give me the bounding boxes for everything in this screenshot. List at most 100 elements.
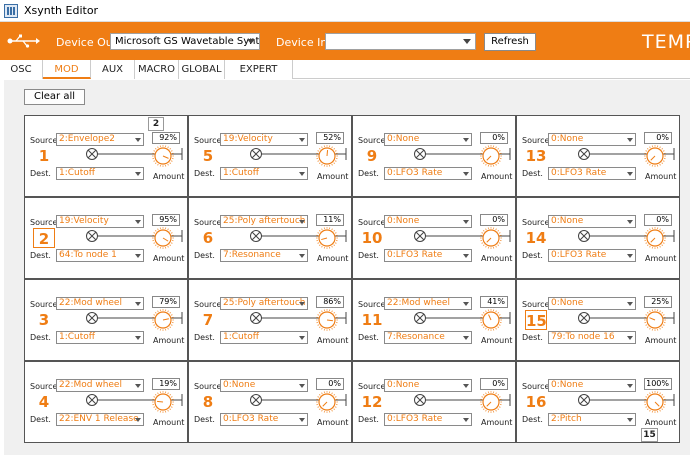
amount-value[interactable]: 41%	[480, 296, 508, 308]
dest-value: 0:LFO3 Rate	[387, 168, 443, 178]
source-select[interactable]: 19:Velocity	[220, 133, 308, 146]
amount-knob[interactable]	[316, 227, 338, 249]
chevron-down-icon	[135, 302, 141, 306]
source-select[interactable]: 0:None	[548, 297, 636, 310]
amount-knob[interactable]	[644, 309, 666, 331]
amount-value[interactable]: 11%	[316, 214, 344, 226]
device-out-select[interactable]: Microsoft GS Wavetable Synth	[110, 33, 260, 50]
tab-global[interactable]: GLOBAL	[179, 60, 225, 79]
amount-label: Amount	[645, 336, 677, 345]
amount-knob[interactable]	[152, 145, 174, 167]
dest-label: Dest.	[30, 415, 51, 424]
mod-slot-15: Source 0:None 25% 15 Dest. 79:To node 16…	[516, 279, 680, 361]
amount-knob[interactable]	[152, 227, 174, 249]
dest-label: Dest.	[522, 415, 543, 424]
dest-value: 7:Resonance	[387, 332, 445, 342]
tab-expert-mode[interactable]: EXPERT MODE	[225, 60, 293, 94]
amount-value[interactable]: 0%	[316, 378, 344, 390]
app-icon	[4, 4, 18, 18]
amount-knob[interactable]	[480, 145, 502, 167]
dest-select[interactable]: 0:LFO3 Rate	[548, 249, 636, 262]
dest-select[interactable]: 7:Resonance	[220, 249, 308, 262]
amount-value[interactable]: 0%	[480, 378, 508, 390]
amount-value[interactable]: 95%	[152, 214, 180, 226]
dest-select[interactable]: 1:Cutoff	[220, 331, 308, 344]
amount-value[interactable]: 0%	[644, 214, 672, 226]
source-label: Source	[30, 300, 58, 309]
source-select[interactable]: 22:Mod wheel	[384, 297, 472, 310]
source-select[interactable]: 22:Mod wheel	[56, 297, 144, 310]
tab-osc[interactable]: OSC	[0, 60, 43, 79]
amount-knob[interactable]	[644, 227, 666, 249]
source-select[interactable]: 0:None	[384, 133, 472, 146]
dest-select[interactable]: 1:Cutoff	[56, 331, 144, 344]
amount-value[interactable]: 92%	[152, 132, 180, 144]
tab-mod[interactable]: MOD	[43, 60, 91, 79]
source-select[interactable]: 0:None	[384, 215, 472, 228]
amount-value[interactable]: 0%	[480, 214, 508, 226]
source-select[interactable]: 0:None	[548, 215, 636, 228]
source-select[interactable]: 25:Poly aftertouch	[220, 297, 308, 310]
source-value: 25:Poly aftertouch	[223, 216, 306, 226]
dest-select[interactable]: 7:Resonance	[384, 331, 472, 344]
amount-knob[interactable]	[316, 391, 338, 413]
badge-2: 2	[148, 117, 164, 131]
dest-select[interactable]: 1:Cutoff	[220, 167, 308, 180]
mod-slot-7: Source 25:Poly aftertouch 86% 7 Dest. 1:…	[188, 279, 352, 361]
source-select[interactable]: 22:Mod wheel	[56, 379, 144, 392]
amount-knob[interactable]	[316, 145, 338, 167]
dest-select[interactable]: 0:LFO3 Rate	[548, 167, 636, 180]
amount-label: Amount	[645, 172, 677, 181]
dest-label: Dest.	[194, 251, 215, 260]
amount-label: Amount	[317, 172, 349, 181]
slot-number: 3	[38, 311, 50, 329]
amount-knob[interactable]	[152, 309, 174, 331]
amount-knob[interactable]	[480, 309, 502, 331]
amount-knob[interactable]	[480, 227, 502, 249]
chevron-down-icon	[299, 336, 305, 340]
chevron-down-icon	[135, 220, 141, 224]
source-value: 22:Mod wheel	[387, 298, 450, 308]
dest-select[interactable]: 79:To node 16	[548, 331, 636, 344]
amount-value[interactable]: 0%	[480, 132, 508, 144]
device-in-select[interactable]	[325, 33, 476, 50]
dest-value: 2:Pitch	[551, 414, 582, 424]
dest-select[interactable]: 22:ENV 1 Release	[56, 413, 144, 426]
amount-knob[interactable]	[152, 391, 174, 413]
amount-value[interactable]: 0%	[644, 132, 672, 144]
dest-select[interactable]: 64:To node 1	[56, 249, 144, 262]
amount-value[interactable]: 25%	[644, 296, 672, 308]
dest-select[interactable]: 0:LFO3 Rate	[384, 167, 472, 180]
dest-select[interactable]: 0:LFO3 Rate	[384, 413, 472, 426]
amount-value[interactable]: 19%	[152, 378, 180, 390]
slot-number: 11	[361, 311, 383, 329]
amount-knob[interactable]	[480, 391, 502, 413]
source-select[interactable]: 19:Velocity	[56, 215, 144, 228]
chevron-down-icon	[299, 172, 305, 176]
amount-value[interactable]: 100%	[644, 378, 672, 390]
source-select[interactable]: 0:None	[548, 133, 636, 146]
source-select[interactable]: 2:Envelope2	[56, 133, 144, 146]
source-select[interactable]: 0:None	[548, 379, 636, 392]
amount-knob[interactable]	[316, 309, 338, 331]
amount-knob[interactable]	[644, 391, 666, 413]
source-select[interactable]: 0:None	[384, 379, 472, 392]
amount-value[interactable]: 86%	[316, 296, 344, 308]
tab-aux[interactable]: AUX	[91, 60, 135, 79]
tab-macro[interactable]: MACRO	[135, 60, 179, 79]
dest-label: Dest.	[358, 251, 379, 260]
clear-all-button[interactable]: Clear all	[24, 89, 85, 105]
source-select[interactable]: 0:None	[220, 379, 308, 392]
refresh-button[interactable]: Refresh	[484, 33, 536, 51]
amount-value[interactable]: 52%	[316, 132, 344, 144]
dest-select[interactable]: 0:LFO3 Rate	[220, 413, 308, 426]
amount-value[interactable]: 79%	[152, 296, 180, 308]
dest-select[interactable]: 1:Cutoff	[56, 167, 144, 180]
source-select[interactable]: 25:Poly aftertouch	[220, 215, 308, 228]
amount-knob[interactable]	[644, 145, 666, 167]
dest-value: 0:LFO3 Rate	[387, 250, 443, 260]
dest-value: 64:To node 1	[59, 250, 117, 260]
chevron-down-icon	[627, 336, 633, 340]
dest-select[interactable]: 0:LFO3 Rate	[384, 249, 472, 262]
dest-select[interactable]: 2:Pitch	[548, 413, 636, 426]
